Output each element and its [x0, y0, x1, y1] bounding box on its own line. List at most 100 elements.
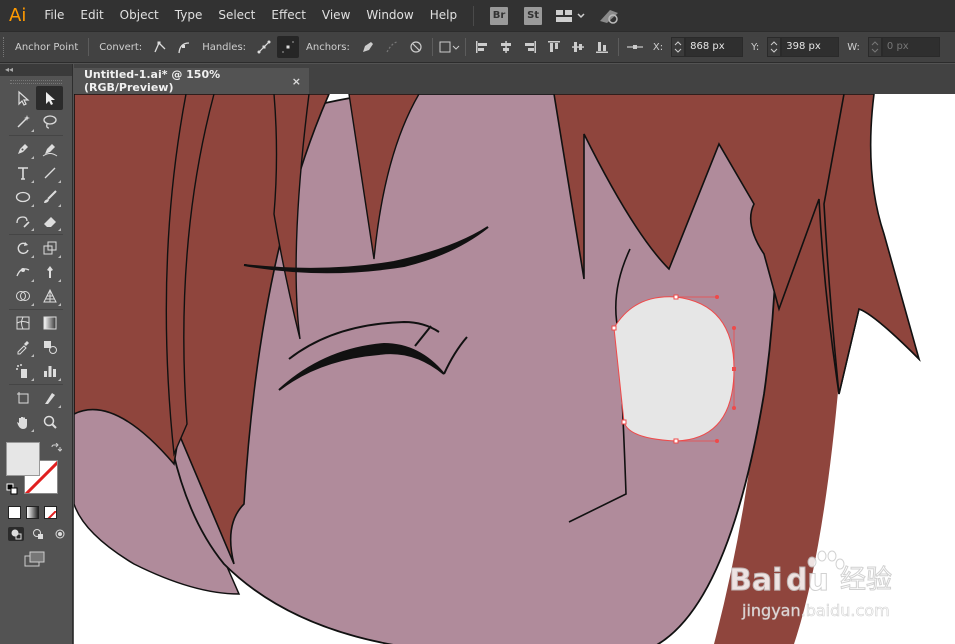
- stock-button[interactable]: St: [524, 6, 543, 25]
- menu-help[interactable]: Help: [422, 0, 465, 31]
- color-mode-buttons: [8, 506, 72, 519]
- shaper-tool-icon[interactable]: [9, 209, 36, 233]
- tools-panel: ◂◂: [0, 64, 73, 644]
- mesh-tool-icon[interactable]: [9, 311, 36, 335]
- align-top-icon[interactable]: [543, 36, 565, 58]
- artboard-tool-icon[interactable]: [9, 386, 36, 410]
- gradient-mode-icon[interactable]: [26, 506, 39, 519]
- menu-select[interactable]: Select: [210, 0, 263, 31]
- direct-selection-tool-icon[interactable]: [36, 86, 63, 110]
- gpu-performance-icon[interactable]: [598, 7, 620, 25]
- selection-tool-icon[interactable]: [9, 86, 36, 110]
- document-tab[interactable]: Untitled-1.ai* @ 150% (RGB/Preview) ×: [74, 68, 309, 94]
- isolate-object-icon[interactable]: [438, 36, 460, 58]
- menu-file[interactable]: File: [36, 0, 72, 31]
- column-graph-tool-icon[interactable]: [36, 359, 63, 383]
- tools-grip[interactable]: [10, 80, 62, 84]
- menu-view[interactable]: View: [314, 0, 358, 31]
- w-input[interactable]: 0 px: [881, 37, 940, 57]
- default-colors-icon[interactable]: [6, 480, 18, 499]
- control-bar-grip[interactable]: [3, 37, 9, 57]
- paintbrush-tool-icon[interactable]: [36, 185, 63, 209]
- menu-bar: Ai File Edit Object Type Select Effect V…: [0, 0, 955, 31]
- align-middle-icon[interactable]: [567, 36, 589, 58]
- control-separator: [88, 38, 90, 56]
- y-stepper[interactable]: [767, 37, 782, 57]
- w-stepper[interactable]: [867, 37, 882, 57]
- hand-tool-icon[interactable]: [9, 410, 36, 434]
- reference-point-icon[interactable]: [624, 36, 646, 58]
- zoom-tool-icon[interactable]: [36, 410, 63, 434]
- slice-tool-icon[interactable]: [36, 386, 63, 410]
- menu-separator: [473, 5, 475, 26]
- draw-behind-icon[interactable]: [30, 527, 46, 541]
- menu-effect[interactable]: Effect: [263, 0, 314, 31]
- remove-anchor-icon[interactable]: [357, 36, 379, 58]
- symbol-sprayer-tool-icon[interactable]: [9, 359, 36, 383]
- current-tool-name: Anchor Point: [15, 41, 79, 53]
- selected-shape: [613, 296, 735, 442]
- y-input[interactable]: 398 px: [781, 37, 840, 57]
- menu-edit[interactable]: Edit: [72, 0, 111, 31]
- scale-tool-icon[interactable]: [36, 236, 63, 260]
- cut-path-icon[interactable]: [405, 36, 427, 58]
- shape-builder-tool-icon[interactable]: [9, 284, 36, 308]
- menu-object[interactable]: Object: [112, 0, 167, 31]
- perspective-grid-tool-icon[interactable]: [36, 284, 63, 308]
- align-right-icon[interactable]: [519, 36, 541, 58]
- none-mode-icon[interactable]: [44, 506, 57, 519]
- draw-normal-icon[interactable]: [8, 527, 24, 541]
- line-segment-tool-icon[interactable]: [36, 161, 63, 185]
- y-label: Y:: [751, 41, 760, 53]
- fill-swatch[interactable]: [6, 442, 40, 476]
- width-tool-icon[interactable]: [9, 260, 36, 284]
- watermark-url: jingyan.baidu.com: [741, 601, 890, 620]
- control-separator: [431, 38, 433, 56]
- draw-inside-icon[interactable]: [52, 527, 68, 541]
- workspace-switcher-icon[interactable]: [556, 9, 586, 23]
- fill-stroke-widget: [6, 442, 66, 500]
- document-tab-title: Untitled-1.ai* @ 150% (RGB/Preview): [84, 68, 221, 94]
- hide-handles-icon[interactable]: [277, 36, 300, 58]
- ellipse-tool-icon[interactable]: [9, 185, 36, 209]
- convert-to-corner-icon[interactable]: [149, 36, 171, 58]
- align-center-icon[interactable]: [495, 36, 517, 58]
- w-label: W:: [847, 41, 860, 53]
- curvature-tool-icon[interactable]: [36, 137, 63, 161]
- gradient-tool-icon[interactable]: [36, 311, 63, 335]
- convert-to-smooth-icon[interactable]: [173, 36, 195, 58]
- eyedropper-tool-icon[interactable]: [9, 335, 36, 359]
- x-input[interactable]: 868 px: [685, 37, 744, 57]
- eraser-tool-icon[interactable]: [36, 209, 63, 233]
- y-field: 398 px: [767, 37, 840, 57]
- x-label: X:: [652, 41, 664, 53]
- tools-collapse[interactable]: ◂◂: [0, 64, 72, 76]
- align-left-icon[interactable]: [471, 36, 493, 58]
- artwork: Bai du 经验 jingyan.baidu.com: [74, 94, 955, 644]
- x-stepper[interactable]: [671, 37, 686, 57]
- rotate-tool-icon[interactable]: [9, 236, 36, 260]
- menu-window[interactable]: Window: [358, 0, 421, 31]
- control-separator: [464, 38, 466, 56]
- artboard-canvas[interactable]: Bai du 经验 jingyan.baidu.com: [74, 94, 955, 644]
- app-logo: Ai: [9, 5, 27, 26]
- type-tool-icon[interactable]: [9, 161, 36, 185]
- swap-fill-stroke-icon[interactable]: [50, 440, 63, 459]
- pen-tool-icon[interactable]: [9, 137, 36, 161]
- bridge-button[interactable]: Br: [490, 6, 509, 25]
- close-document-icon[interactable]: ×: [292, 75, 301, 88]
- color-mode-icon[interactable]: [8, 506, 21, 519]
- screen-mode-button[interactable]: [24, 551, 72, 571]
- screen-mode-icon: [24, 551, 45, 567]
- connect-paths-icon[interactable]: [381, 36, 403, 58]
- menu-type[interactable]: Type: [167, 0, 211, 31]
- blend-tool-icon[interactable]: [36, 335, 63, 359]
- control-separator: [617, 38, 619, 56]
- puppet-warp-tool-icon[interactable]: [36, 260, 63, 284]
- show-handles-icon[interactable]: [253, 36, 275, 58]
- align-bottom-icon[interactable]: [591, 36, 613, 58]
- lasso-tool-icon[interactable]: [36, 110, 63, 134]
- magic-wand-tool-icon[interactable]: [9, 110, 36, 134]
- draw-mode-buttons: [8, 527, 72, 541]
- handles-label: Handles:: [202, 41, 247, 53]
